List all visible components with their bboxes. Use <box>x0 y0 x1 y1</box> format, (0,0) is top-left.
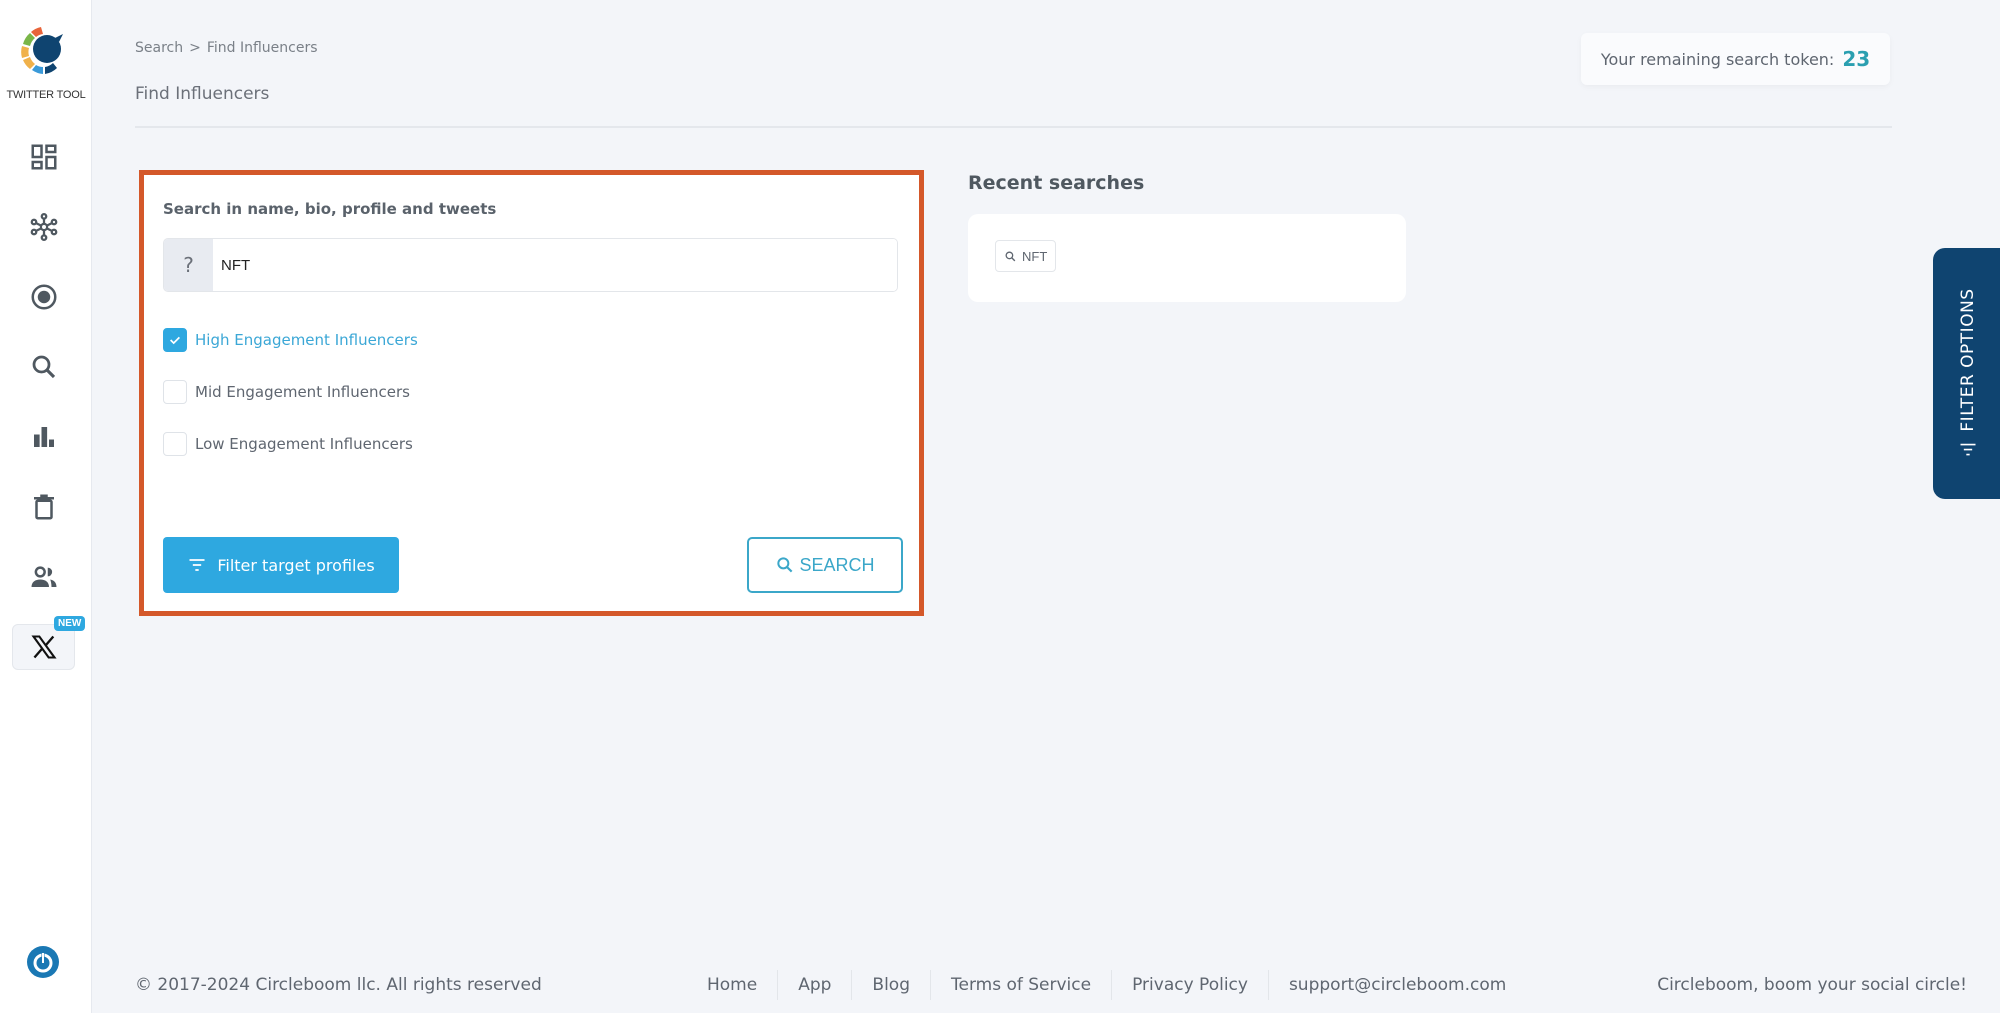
search-field: ? <box>163 238 898 292</box>
breadcrumb-separator: > <box>189 40 201 56</box>
footer-link-home[interactable]: Home <box>687 970 777 1000</box>
checkbox-mid-engagement[interactable] <box>163 380 187 404</box>
target-icon <box>31 284 57 310</box>
option-high-engagement[interactable]: High Engagement Influencers <box>163 328 418 352</box>
recent-searches-title: Recent searches <box>968 172 1145 194</box>
sidebar-item-users[interactable] <box>25 558 63 596</box>
option-low-engagement[interactable]: Low Engagement Influencers <box>163 432 413 456</box>
dashboard-icon <box>31 144 57 170</box>
sidebar-item-target[interactable] <box>25 278 63 316</box>
sidebar-item-network[interactable] <box>25 208 63 246</box>
trash-icon <box>34 494 54 520</box>
logo-text: TWITTER TOOL <box>6 89 86 101</box>
logo[interactable] <box>17 22 71 78</box>
footer: © 2017-2024 Circleboom llc. All rights r… <box>0 960 2000 1013</box>
footer-tagline: Circleboom, boom your social circle! <box>1657 975 1967 995</box>
search-button[interactable]: SEARCH <box>747 537 903 593</box>
footer-link-app[interactable]: App <box>777 970 851 1000</box>
help-icon: ? <box>164 239 213 291</box>
filter-target-profiles-button[interactable]: Filter target profiles <box>163 537 399 593</box>
recent-searches-card: NFT <box>968 214 1406 302</box>
option-mid-engagement[interactable]: Mid Engagement Influencers <box>163 380 410 404</box>
filter-options-tab[interactable]: FILTER OPTIONS <box>1933 248 2000 499</box>
page-title: Find Influencers <box>135 84 270 104</box>
option-label: Low Engagement Influencers <box>195 435 413 453</box>
checkbox-low-engagement[interactable] <box>163 432 187 456</box>
search-label: Search in name, bio, profile and tweets <box>163 200 497 218</box>
footer-copyright: © 2017-2024 Circleboom llc. All rights r… <box>135 975 542 995</box>
network-icon <box>30 213 58 242</box>
filter-options-label: FILTER OPTIONS <box>1958 287 1978 432</box>
checkbox-high-engagement[interactable] <box>163 328 187 352</box>
search-icon <box>777 557 793 573</box>
token-box: Your remaining search token: 23 <box>1581 33 1890 85</box>
sidebar-item-dashboard[interactable] <box>25 138 63 176</box>
new-badge: NEW <box>54 616 86 631</box>
users-icon <box>31 566 57 587</box>
x-logo-icon <box>30 635 57 659</box>
bar-chart-icon <box>34 427 54 447</box>
footer-link-privacy[interactable]: Privacy Policy <box>1111 970 1268 1000</box>
footer-links: Home App Blog Terms of Service Privacy P… <box>687 970 1526 1000</box>
token-count: 23 <box>1842 47 1871 71</box>
circleboom-logo-icon <box>21 27 63 74</box>
footer-link-terms[interactable]: Terms of Service <box>930 970 1111 1000</box>
recent-search-chip[interactable]: NFT <box>995 240 1057 272</box>
breadcrumb-item-current: Find Influencers <box>206 40 318 56</box>
breadcrumb: Search > Find Influencers <box>135 40 318 56</box>
search-icon <box>1005 251 1016 261</box>
sidebar-item-search[interactable] <box>25 348 63 386</box>
filter-icon <box>1960 443 1976 455</box>
search-card: Search in name, bio, profile and tweets … <box>139 170 924 616</box>
filter-icon <box>189 559 205 571</box>
recent-search-label: NFT <box>1022 248 1048 264</box>
header-divider <box>135 126 1892 128</box>
token-label: Your remaining search token: <box>1600 49 1835 69</box>
filter-button-label: Filter target profiles <box>217 555 375 575</box>
footer-link-blog[interactable]: Blog <box>851 970 930 1000</box>
check-icon <box>170 336 180 345</box>
search-icon <box>32 355 56 379</box>
option-label: High Engagement Influencers <box>195 331 418 349</box>
breadcrumb-item-search[interactable]: Search <box>135 40 183 56</box>
search-button-label: SEARCH <box>799 554 875 575</box>
search-input[interactable] <box>213 239 897 291</box>
sidebar: TWITTER TOOL NEW <box>0 0 92 1013</box>
footer-link-support[interactable]: support@circleboom.com <box>1267 970 1526 1000</box>
option-label: Mid Engagement Influencers <box>195 383 410 401</box>
sidebar-item-analytics[interactable] <box>25 418 63 456</box>
sidebar-item-delete[interactable] <box>25 488 63 526</box>
